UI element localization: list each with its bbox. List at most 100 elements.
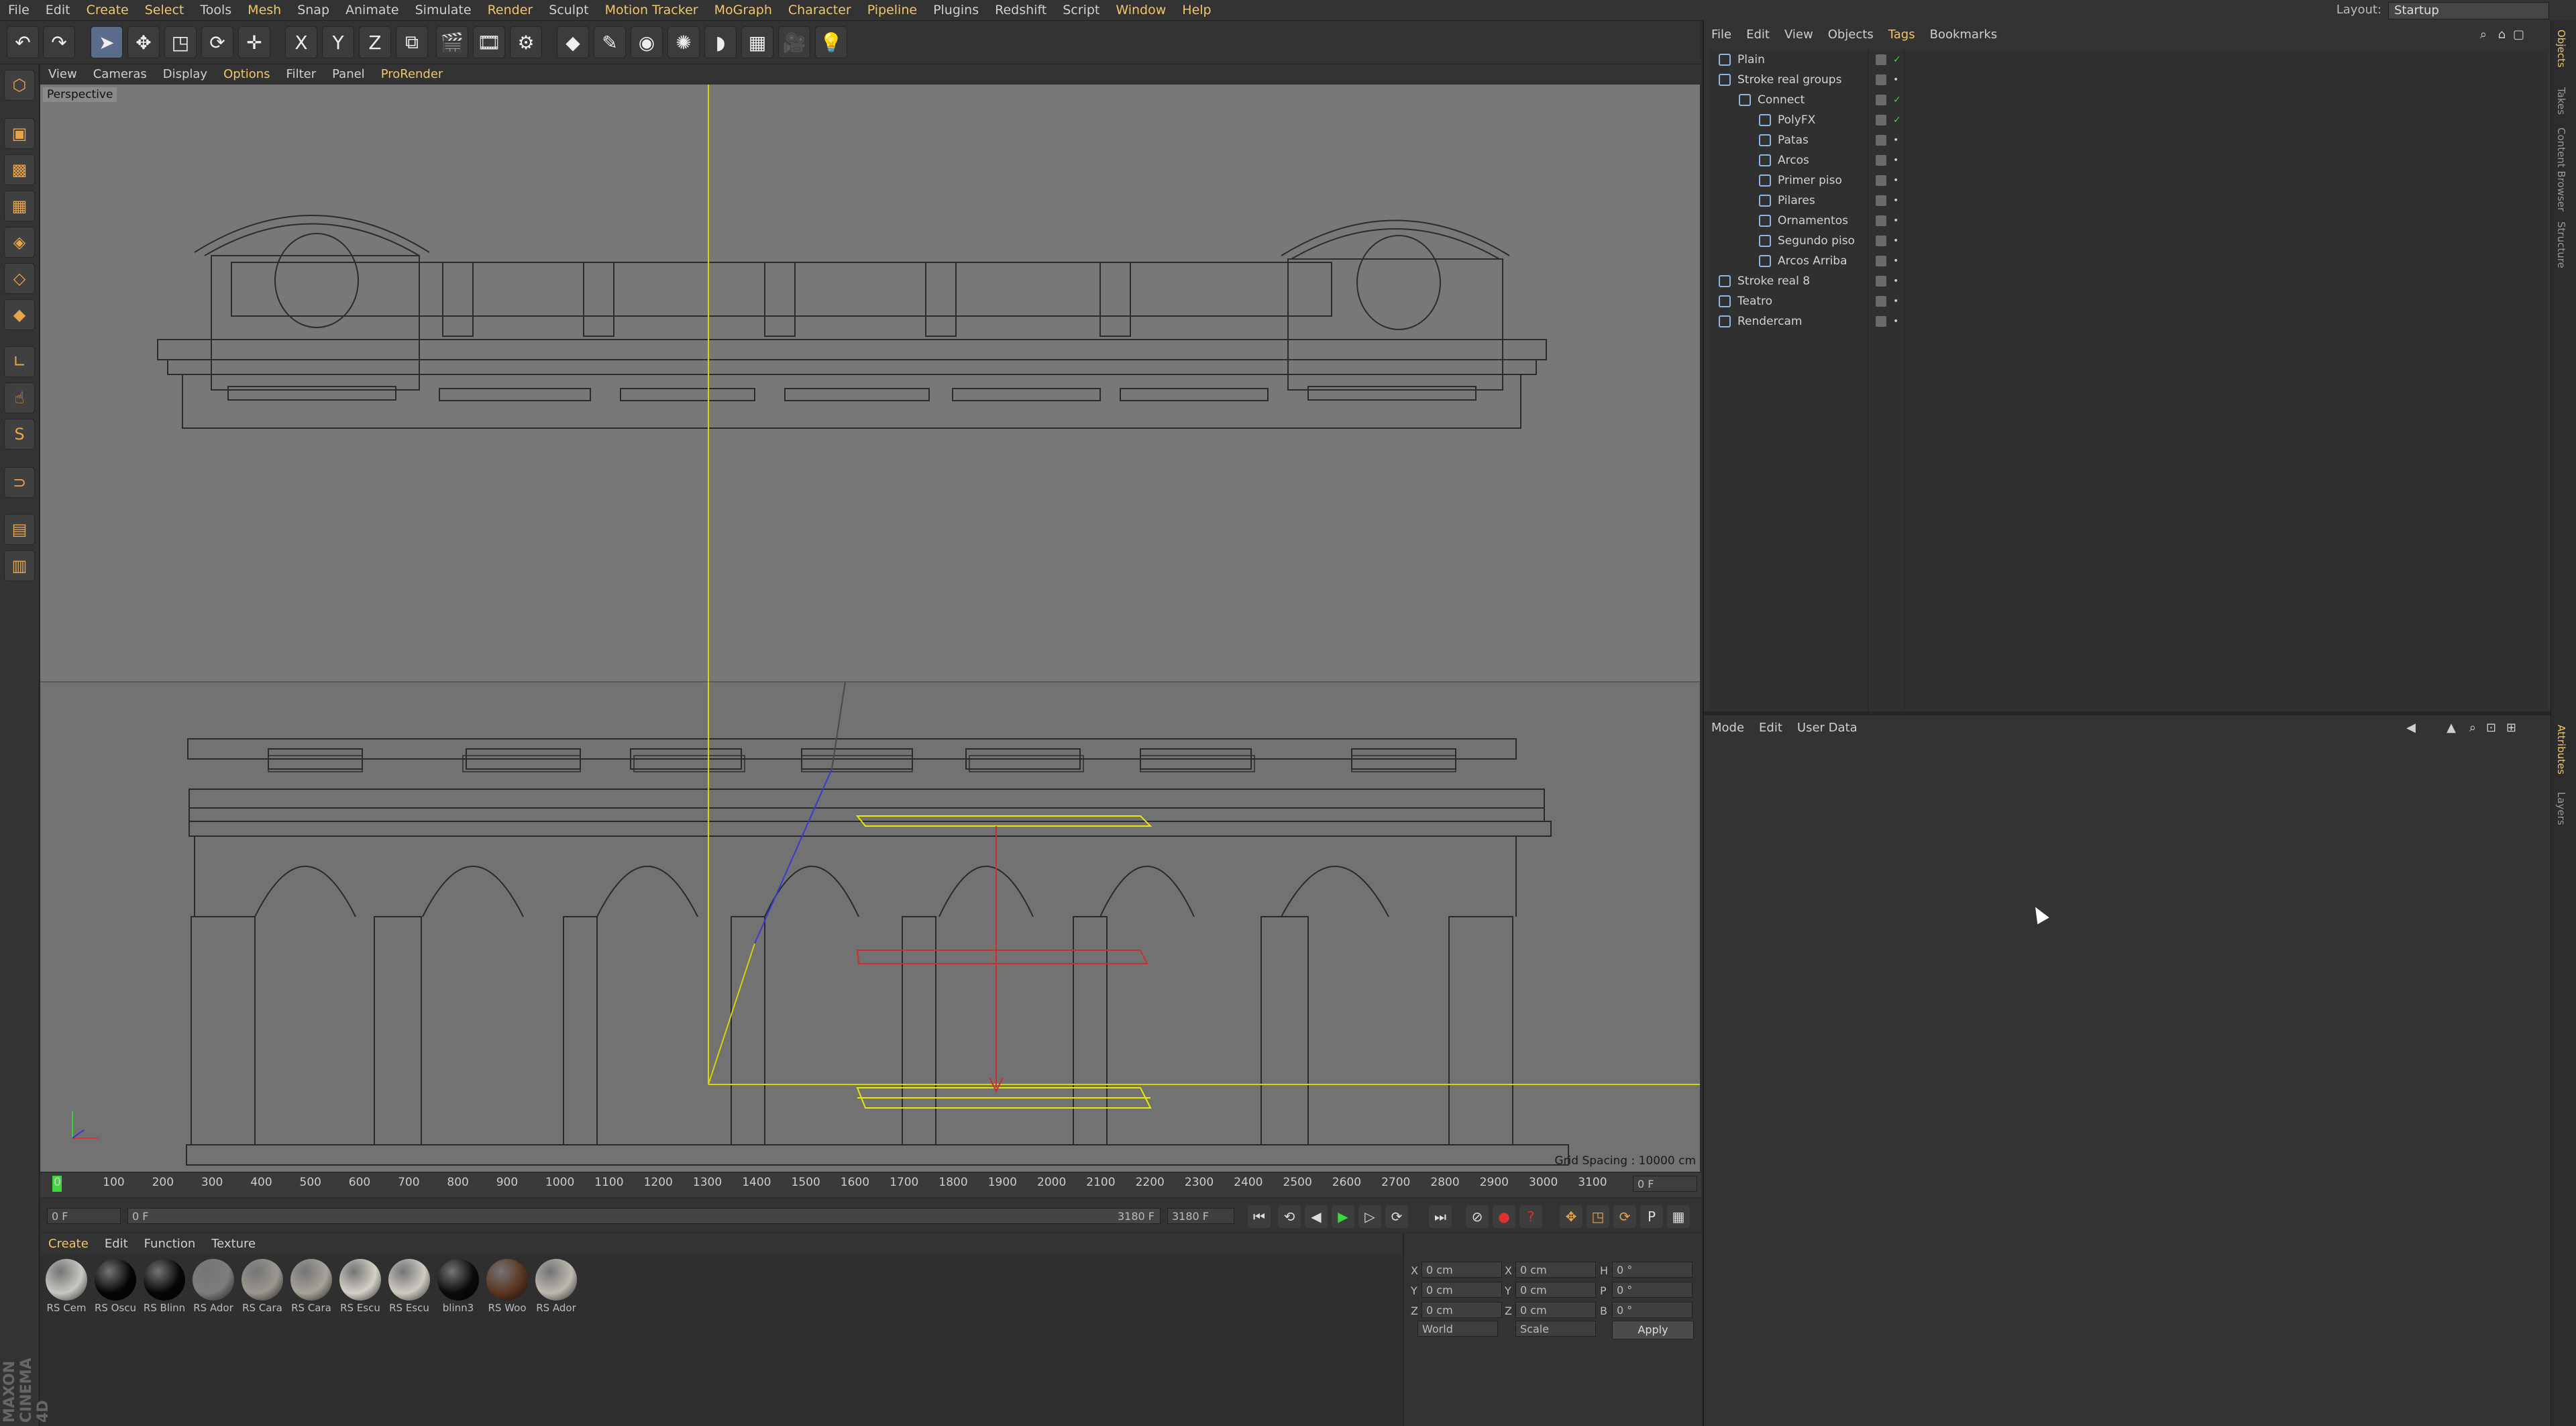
layer-icon[interactable] — [1876, 95, 1886, 105]
timeline-ruler[interactable]: 0 100 200 300 400 500 600 700 800 900 1000 1100 1200… — [40, 1173, 1701, 1197]
object-row[interactable]: Arcos Arriba • — [1709, 251, 2548, 271]
visibility-status[interactable]: • — [1893, 291, 1898, 311]
visibility-status[interactable]: ✓ — [1893, 50, 1901, 70]
spline-pen-icon[interactable]: ✎ — [594, 26, 626, 58]
material-swatch[interactable]: RS Escu — [387, 1259, 431, 1314]
maximize-icon[interactable]: ▢ — [2506, 26, 2532, 44]
end-frame-field[interactable]: 3180 F — [1167, 1208, 1234, 1224]
side-tab-objects[interactable]: Objects — [2555, 30, 2567, 68]
attribute-menu-edit[interactable]: Edit — [1752, 718, 1790, 738]
attribute-menu-mode[interactable]: Mode — [1704, 718, 1752, 738]
visibility-status[interactable]: ✓ — [1893, 110, 1901, 130]
menu-create[interactable]: Create — [78, 0, 137, 20]
side-tab-structure[interactable]: Structure — [2555, 221, 2567, 268]
layer-icon[interactable] — [1876, 256, 1886, 266]
layout-select[interactable]: Startup — [2388, 2, 2549, 19]
visibility-status[interactable]: • — [1893, 311, 1898, 332]
light-icon[interactable]: 💡 — [815, 26, 847, 58]
next-frame-icon[interactable]: ▷ — [1358, 1205, 1381, 1228]
menu-select[interactable]: Select — [137, 0, 193, 20]
record-keys-icon[interactable]: ⊘ — [1466, 1205, 1489, 1228]
layer-icon[interactable] — [1876, 316, 1886, 327]
material-swatch[interactable]: RS Cara — [289, 1259, 333, 1314]
coordinate-system-select[interactable]: World — [1417, 1321, 1498, 1337]
size-y-field[interactable]: 0 cm — [1515, 1282, 1596, 1298]
material-swatch[interactable]: RS Cara — [240, 1259, 284, 1314]
object-menu-objects[interactable]: Objects — [1821, 26, 1881, 44]
viewport-menu-filter[interactable]: Filter — [278, 64, 325, 85]
visibility-status[interactable]: • — [1893, 191, 1898, 211]
menu-snap[interactable]: Snap — [289, 0, 337, 20]
object-row[interactable]: Segundo piso • — [1709, 231, 2548, 251]
size-x-field[interactable]: 0 cm — [1515, 1262, 1596, 1278]
previous-frame-icon[interactable]: ◀ — [1305, 1205, 1328, 1228]
tweak-mode-icon[interactable]: ☝ — [4, 383, 35, 413]
visibility-status[interactable]: • — [1893, 211, 1898, 231]
magnet-icon[interactable]: ⊃ — [4, 467, 35, 498]
side-tab-attributes[interactable]: Attributes — [2555, 725, 2567, 774]
key-pla-icon[interactable]: ▦ — [1667, 1205, 1690, 1228]
live-selection-icon[interactable]: ✛ — [238, 26, 270, 58]
layer-icon[interactable] — [1876, 115, 1886, 125]
visibility-status[interactable]: • — [1893, 70, 1898, 90]
play-icon[interactable]: ▶ — [1332, 1205, 1354, 1228]
make-editable-icon[interactable]: ⬡ — [4, 70, 35, 101]
material-swatch[interactable]: RS Ador — [191, 1259, 235, 1314]
menu-window[interactable]: Window — [1108, 0, 1174, 20]
polygons-mode-icon[interactable]: ◆ — [4, 299, 35, 330]
position-x-field[interactable]: 0 cm — [1421, 1262, 1502, 1278]
object-row[interactable]: Primer piso • — [1709, 170, 2548, 191]
object-row[interactable]: Ornamentos • — [1709, 211, 2548, 231]
visibility-status[interactable]: • — [1893, 170, 1898, 191]
layer-icon[interactable] — [1876, 215, 1886, 226]
object-row[interactable]: Plain ✓ — [1709, 50, 2548, 70]
object-row[interactable]: Arcos • — [1709, 150, 2548, 170]
rotation-h-field[interactable]: 0 ° — [1612, 1262, 1693, 1278]
material-swatch[interactable]: RS Woo — [485, 1259, 529, 1314]
menu-motion-tracker[interactable]: Motion Tracker — [597, 0, 706, 20]
side-tab-content-browser[interactable]: Content Browser — [2555, 128, 2567, 211]
select-tool-icon[interactable]: ➤ — [91, 26, 123, 58]
panel-divider[interactable] — [1704, 711, 2551, 715]
render-view-icon[interactable]: 🎬 — [436, 26, 468, 58]
mograph-cloner-icon[interactable]: ✺ — [667, 26, 700, 58]
visibility-status[interactable]: • — [1893, 271, 1898, 291]
model-mode-icon[interactable]: ▣ — [4, 118, 35, 149]
rotation-p-field[interactable]: 0 ° — [1612, 1282, 1693, 1298]
object-row[interactable]: Stroke real groups • — [1709, 70, 2548, 90]
menu-render[interactable]: Render — [480, 0, 541, 20]
menu-script[interactable]: Script — [1055, 0, 1108, 20]
key-parameter-icon[interactable]: P — [1640, 1205, 1663, 1228]
planar-workplane-icon[interactable]: ▥ — [4, 550, 35, 581]
preview-range-slider[interactable]: 0 F 3180 F — [127, 1208, 1161, 1224]
rotation-b-field[interactable]: 0 ° — [1612, 1302, 1693, 1318]
object-row[interactable]: Connect ✓ — [1709, 90, 2548, 110]
up-arrow-icon[interactable]: ▲ — [2439, 718, 2463, 738]
material-swatch[interactable]: RS Cem — [44, 1259, 89, 1314]
next-key-icon[interactable]: ⟳ — [1385, 1205, 1408, 1228]
viewport-menu-display[interactable]: Display — [155, 64, 215, 85]
viewport-menu-options[interactable]: Options — [215, 64, 278, 85]
nurbs-icon[interactable]: ◉ — [631, 26, 663, 58]
menu-pipeline[interactable]: Pipeline — [859, 0, 925, 20]
environment-floor-icon[interactable]: ▦ — [741, 26, 773, 58]
menu-redshift[interactable]: Redshift — [987, 0, 1055, 20]
scale-tool-icon[interactable]: ◳ — [164, 26, 197, 58]
menu-tools[interactable]: Tools — [192, 0, 239, 20]
material-swatch[interactable]: RS Blinn — [142, 1259, 186, 1314]
lock-workplane-icon[interactable]: ▤ — [4, 514, 35, 545]
key-scale-icon[interactable]: ◳ — [1587, 1205, 1609, 1228]
object-row[interactable]: PolyFX ✓ — [1709, 110, 2548, 130]
object-row[interactable]: Stroke real 8 • — [1709, 271, 2548, 291]
material-swatch[interactable]: RS Escu — [338, 1259, 382, 1314]
position-z-field[interactable]: 0 cm — [1421, 1302, 1502, 1318]
visibility-status[interactable]: • — [1893, 150, 1898, 170]
material-menu-texture[interactable]: Texture — [203, 1233, 264, 1255]
layer-icon[interactable] — [1876, 155, 1886, 166]
object-menu-edit[interactable]: Edit — [1739, 26, 1777, 44]
axis-x-button[interactable]: X — [285, 26, 317, 58]
apply-button[interactable]: Apply — [1612, 1321, 1694, 1339]
new-view-icon[interactable]: ⊞ — [2499, 718, 2524, 738]
menu-simulate[interactable]: Simulate — [407, 0, 480, 20]
object-row[interactable]: Teatro • — [1709, 291, 2548, 311]
